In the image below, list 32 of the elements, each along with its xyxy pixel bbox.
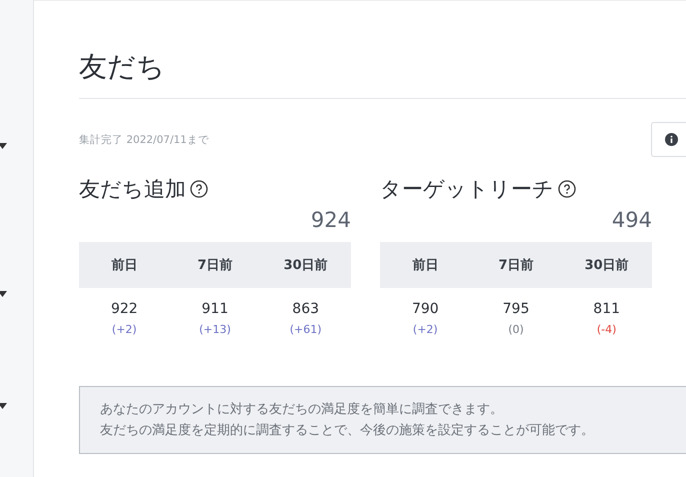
total-count: 924 [310,208,351,234]
count-value: 790 [412,301,439,317]
help-icon[interactable] [558,180,576,198]
column-header: 前日 [380,242,471,288]
help-icon[interactable] [190,180,208,198]
caret-icon[interactable] [0,143,7,149]
notice-box: あなたのアカウントに対する友だちの満足度を簡単に調査できます。 友だちの満足度を定期的に調査することで、今後の施策を設定することが可能です。 [79,386,686,454]
count-value: 811 [593,301,620,317]
change-value: (+2) [112,323,137,336]
column-header: 7日前 [170,242,260,288]
info-button[interactable] [651,122,686,157]
caret-icon[interactable] [0,403,7,409]
count-value: 911 [202,301,228,317]
card-title: ターゲットリーチ [380,176,554,203]
column-header: 前日 [79,242,170,288]
count-value: 863 [292,301,320,317]
change-value: (0) [508,323,524,336]
column-header: 7日前 [470,242,562,288]
total-count: 494 [610,208,652,234]
count-value: 795 [502,301,530,317]
page-title: 友だち [79,49,166,85]
change-value: (+13) [199,323,231,336]
column-header: 30日前 [260,242,351,288]
change-value: (-4) [596,323,616,336]
change-value: (+2) [412,323,438,336]
caret-icon[interactable] [0,291,7,297]
change-value: (+61) [290,323,322,336]
card-title: 友だち追加 [79,176,186,203]
column-header: 30日前 [561,242,652,288]
info-icon [665,133,678,146]
period-text: 集計完了 2022/07/11まで [79,132,209,146]
count-value: 922 [110,301,138,317]
